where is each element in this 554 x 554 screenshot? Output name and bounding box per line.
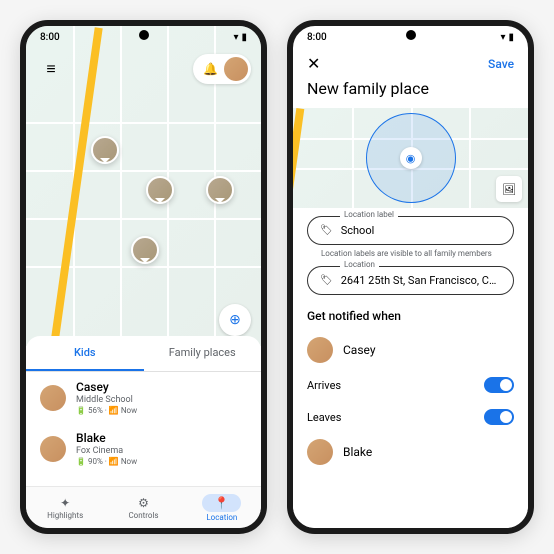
field-value: 2641 25th St, San Francisco, CA 9... <box>341 274 501 287</box>
sliders-icon: ⚙ <box>138 496 149 510</box>
map-avatar-pin[interactable] <box>146 176 174 204</box>
phone-left: 8:00 ▾ ▮ ⊕ ≡ 🔔 Kids Family places <box>20 20 267 534</box>
kid-avatar <box>40 436 66 462</box>
kid-name: Blake <box>76 431 247 445</box>
phone-right: 8:00 ▾ ▮ ✕ Save New family place ◉ 🖼 Loc… <box>287 20 534 534</box>
top-bar: ≡ 🔔 <box>36 54 251 84</box>
wifi-icon: ▾ <box>500 32 505 43</box>
member-name: Blake <box>343 445 372 459</box>
leaves-toggle[interactable] <box>484 409 514 425</box>
clock: 8:00 <box>40 32 60 43</box>
helper-text: Location labels are visible to all famil… <box>321 249 514 258</box>
tag-icon: 🏷 <box>320 275 333 286</box>
bottom-sheet: Kids Family places Casey Middle School 🔋… <box>26 336 261 486</box>
profile-avatar[interactable] <box>224 57 248 81</box>
member-avatar <box>307 337 333 363</box>
signal-icon: ▮ <box>241 32 247 43</box>
member-name: Casey <box>343 343 376 357</box>
arrives-toggle[interactable] <box>484 377 514 393</box>
field-label: Location label <box>340 210 398 219</box>
kid-location: Middle School <box>76 395 247 405</box>
nav-highlights[interactable]: ✦ Highlights <box>26 487 104 528</box>
location-pin-icon: ◉ <box>400 147 422 169</box>
kid-location: Fox Cinema <box>76 446 247 456</box>
field-label: Location <box>340 260 379 269</box>
bottom-nav: ✦ Highlights ⚙ Controls 📍 Location <box>26 486 261 528</box>
field-value: School <box>341 224 501 237</box>
member-row[interactable]: Casey <box>307 331 514 369</box>
bell-icon: 🔔 <box>203 62 218 76</box>
nav-controls[interactable]: ⚙ Controls <box>104 487 182 528</box>
kid-meta: 🔋 56% · 📶 Now <box>76 406 247 415</box>
nav-location[interactable]: 📍 Location <box>183 487 261 528</box>
signal-icon: ▮ <box>508 32 514 43</box>
kid-row[interactable]: Casey Middle School 🔋 56% · 📶 Now <box>26 372 261 423</box>
member-row[interactable]: Blake <box>307 433 514 471</box>
geofence-circle[interactable]: ◉ <box>366 113 456 203</box>
notify-header: Get notified when <box>307 309 514 323</box>
map-avatar-pin[interactable] <box>206 176 234 204</box>
kid-name: Casey <box>76 380 247 394</box>
locate-me-button[interactable]: ⊕ <box>219 304 251 336</box>
form-content: Location label 🏷 School Location labels … <box>293 208 528 528</box>
tab-family-places[interactable]: Family places <box>144 336 262 371</box>
pin-icon: 📍 <box>202 494 241 512</box>
camera-notch <box>406 30 416 40</box>
map-avatar-pin[interactable] <box>91 136 119 164</box>
wifi-icon: ▾ <box>233 32 238 43</box>
map-avatar-pin[interactable] <box>131 236 159 264</box>
clock: 8:00 <box>307 32 327 43</box>
close-button[interactable]: ✕ <box>307 54 320 73</box>
kid-avatar <box>40 385 66 411</box>
arrives-toggle-row: Arrives <box>307 369 514 401</box>
profile-pill[interactable]: 🔔 <box>193 54 251 84</box>
tag-icon: 🏷 <box>320 225 333 236</box>
sparkle-icon: ✦ <box>60 496 70 510</box>
member-avatar <box>307 439 333 465</box>
camera-notch <box>139 30 149 40</box>
toggle-label: Leaves <box>307 411 341 424</box>
tabs: Kids Family places <box>26 336 261 372</box>
kid-row[interactable]: Blake Fox Cinema 🔋 90% · 📶 Now <box>26 423 261 474</box>
leaves-toggle-row: Leaves <box>307 401 514 433</box>
location-label-field[interactable]: Location label 🏷 School <box>307 216 514 245</box>
tab-kids[interactable]: Kids <box>26 336 144 371</box>
location-address-field[interactable]: Location 🏷 2641 25th St, San Francisco, … <box>307 266 514 295</box>
header: ✕ Save New family place <box>293 48 528 108</box>
menu-button[interactable]: ≡ <box>36 54 66 84</box>
map-preview[interactable]: ◉ 🖼 <box>293 108 528 208</box>
save-button[interactable]: Save <box>488 57 514 71</box>
page-title: New family place <box>307 79 514 98</box>
toggle-label: Arrives <box>307 379 341 392</box>
image-picker-button[interactable]: 🖼 <box>496 176 522 202</box>
kid-meta: 🔋 90% · 📶 Now <box>76 457 247 466</box>
